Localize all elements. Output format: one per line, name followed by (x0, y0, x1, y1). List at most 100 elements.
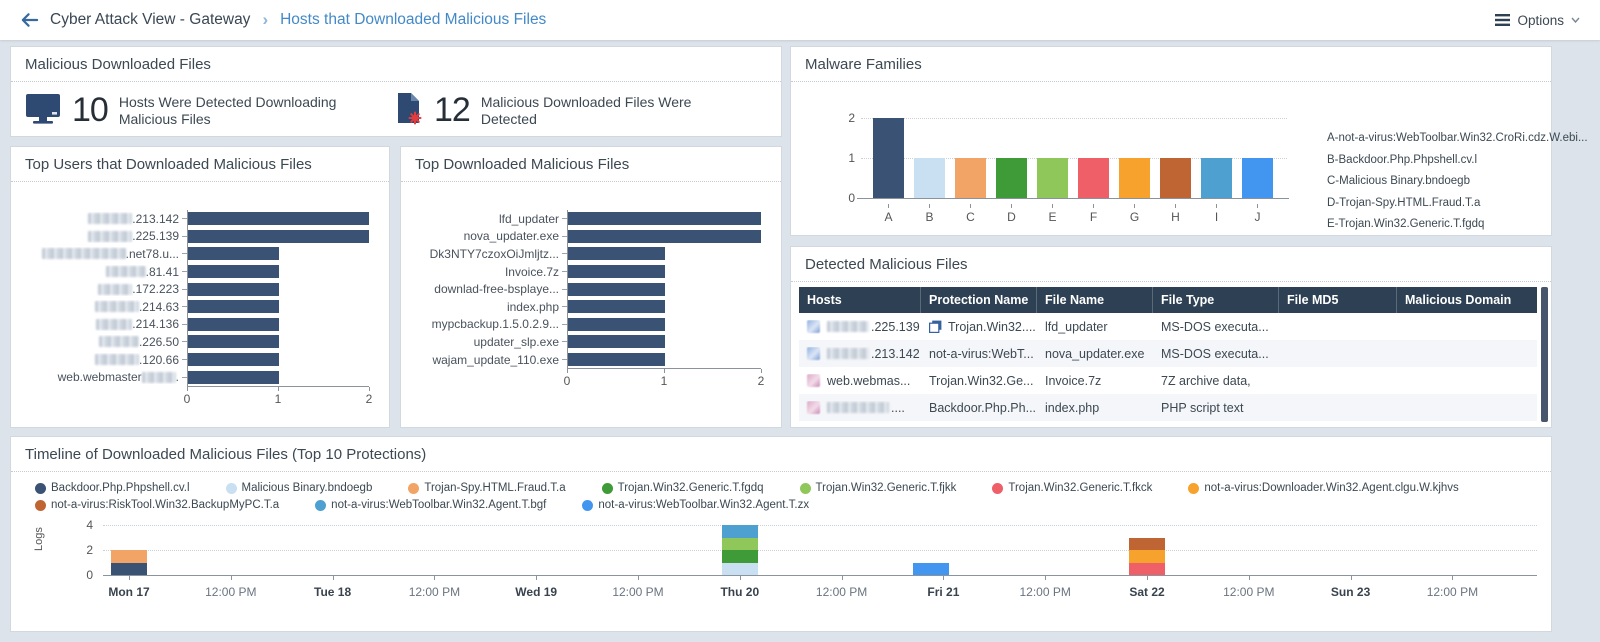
x-tick (664, 369, 665, 374)
legend-item[interactable]: Backdoor.Php.Phpshell.cv.l (35, 482, 190, 494)
bar[interactable] (568, 229, 761, 243)
table-scrollbar[interactable] (1541, 287, 1548, 422)
legend-label: Trojan.Win32.Generic.T.fjkk (815, 482, 957, 494)
label-text: web.webmaster (57, 370, 142, 385)
table-row[interactable]: .... Backdoor.Php.Ph... index.php PHP scrip… (799, 394, 1537, 421)
bar-B[interactable] (914, 158, 945, 198)
column-header[interactable]: File MD5 (1279, 287, 1397, 313)
bar-label: .226.50 (19, 335, 179, 349)
cell-protection: Trojan.Win32.Ge... (921, 374, 1037, 388)
bar[interactable] (188, 212, 369, 226)
x-tick-label: 12:00 PM (1426, 585, 1479, 599)
x-axis: 0 1 2 (564, 368, 764, 388)
bar[interactable] (188, 247, 279, 261)
stacked-bar[interactable] (913, 562, 950, 575)
x-tick (230, 575, 232, 580)
x-tick-label: 12:00 PM (1019, 585, 1071, 599)
redacted-text (105, 266, 146, 278)
host-text: .225.139 (871, 319, 920, 334)
legend-item[interactable]: not-a-virus:RiskTool.Win32.BackupMyPC.T.… (35, 499, 279, 511)
x-tick (739, 575, 741, 580)
bar[interactable] (568, 300, 665, 314)
bar[interactable] (188, 265, 279, 279)
label-text: .81.41 (145, 264, 179, 279)
bar[interactable] (188, 229, 369, 243)
legend-item[interactable]: Trojan.Win32.Generic.T.fkck (992, 482, 1152, 494)
column-header[interactable]: File Name (1037, 287, 1153, 313)
bar-G[interactable] (1119, 158, 1150, 198)
table-row[interactable]: .225.139 Trojan.Win32.... lfd_updater MS-DO… (799, 313, 1537, 340)
menu-icon (1495, 14, 1511, 26)
legend-dot (408, 482, 420, 494)
x-tick-label: D (996, 204, 1027, 224)
bar-track (187, 333, 369, 351)
bar[interactable] (568, 247, 665, 261)
bar-J[interactable] (1242, 158, 1273, 198)
cell-file-name: lfd_updater (1045, 319, 1108, 334)
legend-item[interactable]: Malicious Binary.bndoegb (225, 482, 372, 494)
x-tick (1350, 575, 1352, 580)
breadcrumb-root[interactable]: Cyber Attack View - Gateway (50, 11, 250, 29)
bar-F[interactable] (1078, 158, 1109, 198)
legend-item[interactable]: Trojan.Win32.Generic.T.fgdq (601, 482, 764, 494)
legend-item[interactable]: Trojan.Win32.Generic.T.fjkk (799, 482, 957, 494)
legend-item: A-not-a-virus:WebToolbar.Win32.CroRi.cdz… (1327, 132, 1588, 144)
label-text: D (1007, 210, 1016, 224)
legend-item[interactable]: not-a-virus:Downloader.Win32.Agent.clgu.… (1188, 482, 1459, 494)
legend-item[interactable]: Trojan-Spy.HTML.Fraud.T.a (408, 482, 566, 494)
bar-row: lfd_updater (409, 210, 761, 228)
bar[interactable] (188, 282, 279, 296)
legend-dot (35, 482, 46, 494)
bar[interactable] (568, 317, 665, 331)
bar-row: .net78.u... (19, 245, 369, 263)
column-header[interactable]: File Type (1153, 287, 1279, 313)
bar-D[interactable] (996, 158, 1027, 198)
bar[interactable] (568, 212, 761, 226)
column-header[interactable]: Protection Name (921, 287, 1037, 313)
bar-label: .214.136 (19, 317, 179, 331)
bar-segment (721, 537, 758, 550)
bar[interactable] (568, 353, 665, 367)
bar[interactable] (188, 335, 279, 349)
back-button[interactable] (20, 12, 39, 28)
legend-item[interactable]: not-a-virus:WebToolbar.Win32.Agent.T.bgf (315, 499, 546, 511)
column-header[interactable]: Hosts (799, 287, 921, 313)
stacked-bar[interactable] (1129, 537, 1165, 575)
bars (873, 118, 1273, 198)
table-row[interactable]: web.webmas... Trojan.Win32.Ge... Invoice.7… (799, 367, 1537, 394)
x-tick-label: F (1078, 204, 1109, 224)
column-header[interactable]: Malicious Domain (1397, 287, 1537, 313)
x-tick-label: 12:00 PM (612, 585, 664, 599)
x-tick (332, 575, 334, 580)
bar-H[interactable] (1160, 158, 1191, 198)
y-axis-label: Logs (33, 527, 45, 551)
bar-I[interactable] (1201, 158, 1232, 198)
legend-item: B-Backdoor.Php.Phpshell.cv.l (1327, 153, 1478, 166)
bar[interactable] (188, 370, 279, 384)
bar[interactable] (568, 282, 665, 296)
legend-item[interactable]: not-a-virus:WebToolbar.Win32.Agent.T.zx (582, 499, 809, 511)
bar-E[interactable] (1037, 158, 1068, 198)
bar[interactable] (188, 300, 279, 314)
stacked-bar[interactable] (111, 550, 147, 575)
legend-dot (992, 482, 1004, 494)
table-row[interactable]: .213.142 not-a-virus:WebT... nova_updater.… (799, 340, 1537, 367)
panel-title: Detected Malicious Files (791, 247, 1551, 282)
redacted-text (88, 213, 133, 225)
bar-label: web.webmaster. (19, 370, 179, 384)
bar[interactable] (568, 335, 665, 349)
bar[interactable] (188, 353, 279, 367)
redacted-text (141, 371, 176, 383)
bar-A[interactable] (873, 118, 904, 198)
bar-C[interactable] (955, 158, 986, 198)
cell-file-type: PHP script text (1161, 400, 1244, 415)
panel-title: Malware Families (791, 47, 1551, 82)
stacked-bar[interactable] (721, 525, 758, 575)
chevron-down-icon (1571, 17, 1580, 23)
legend-label: not-a-virus:Downloader.Win32.Agent.clgu.… (1204, 482, 1459, 494)
bar-segment (721, 525, 758, 538)
bar[interactable] (188, 317, 279, 331)
bar[interactable] (568, 265, 665, 279)
cyber-attack-dashboard: Cyber Attack View - Gateway › Hosts that… (0, 0, 1600, 642)
options-button[interactable]: Options (1495, 13, 1580, 28)
